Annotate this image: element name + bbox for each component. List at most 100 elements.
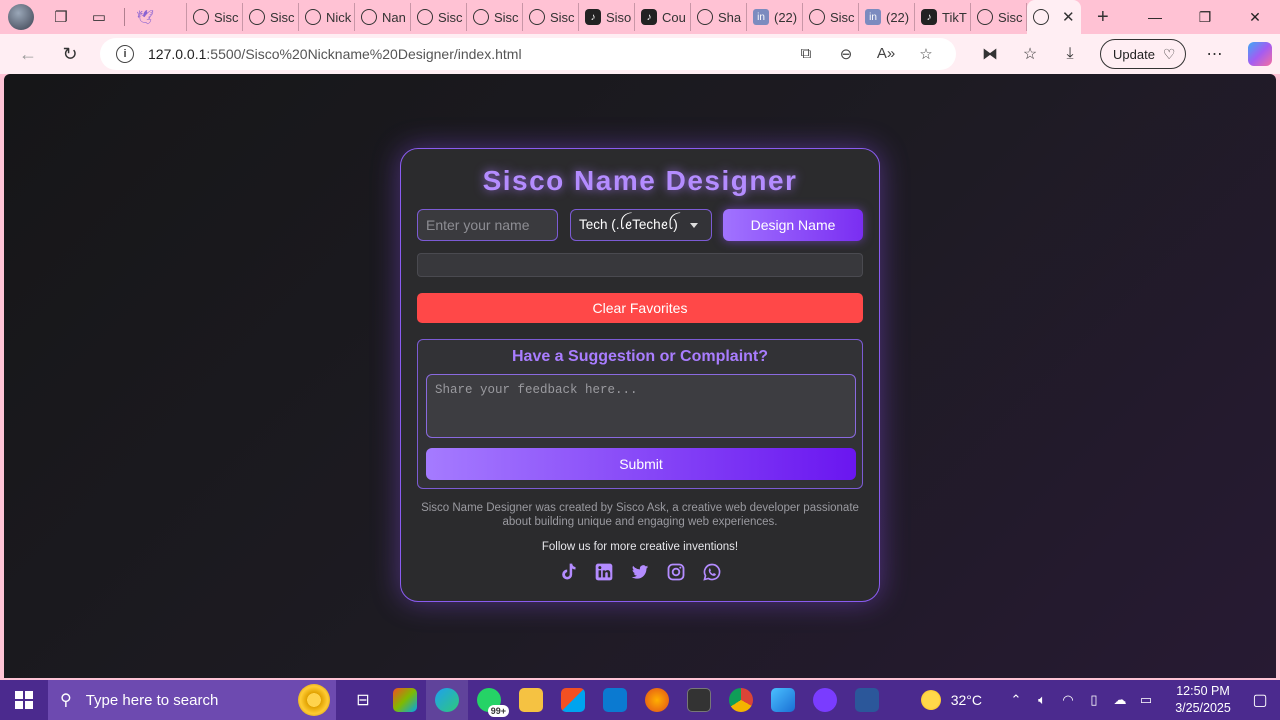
extensions-icon[interactable]: ⧓ xyxy=(970,44,1010,64)
browser-tab[interactable]: Sisc xyxy=(411,3,467,31)
back-button[interactable]: ← xyxy=(14,40,42,68)
update-label: Update xyxy=(1113,46,1155,62)
chevron-down-icon xyxy=(690,223,698,228)
volume-icon[interactable]: 🔈︎ xyxy=(1030,692,1054,708)
linkedin-icon: in xyxy=(753,9,769,25)
workspaces-icon[interactable]: ❐ xyxy=(50,6,72,28)
mask-app-icon xyxy=(813,688,837,712)
browser-tab[interactable]: Sisc xyxy=(803,3,859,31)
restore-button[interactable]: ❐ xyxy=(1180,0,1230,34)
minimize-button[interactable]: — xyxy=(1130,0,1180,34)
browser-tab[interactable]: Nan xyxy=(355,3,411,31)
social-links xyxy=(401,561,879,583)
tab-list: 🕊︎ Sisc Sisc Nick Nan Sisc Sisc Sisc ♪ Siso ♪ Cou Sh… xyxy=(131,0,1081,34)
clock[interactable]: 12:50 PM 3/25/2025 xyxy=(1166,683,1240,717)
update-button[interactable]: Update ♡ xyxy=(1100,39,1187,69)
tiktok-icon[interactable] xyxy=(557,561,579,583)
globe-icon xyxy=(361,9,377,25)
notifications-icon[interactable]: ▢ xyxy=(1240,690,1280,710)
style-select[interactable]: Tech (.ꪶꫀTechꫀꪶ) xyxy=(570,209,712,241)
profile-avatar[interactable] xyxy=(8,4,34,30)
taskbar-app-g[interactable] xyxy=(678,680,720,720)
result-output xyxy=(417,253,863,277)
browser-tab[interactable]: Sisc xyxy=(523,3,579,31)
start-button[interactable] xyxy=(0,680,48,720)
browser-tab[interactable]: 🕊︎ xyxy=(131,3,187,31)
search-highlight-icon xyxy=(298,684,330,716)
browser-tab[interactable]: ♪ Siso xyxy=(579,3,635,31)
browser-tab-label: (22) xyxy=(886,9,910,25)
more-menu-icon[interactable]: ⋯ xyxy=(1194,44,1234,64)
browser-tab[interactable]: Sisc xyxy=(467,3,523,31)
browser-tab-label: Sisc xyxy=(438,9,463,25)
zoom-icon[interactable]: ⊖ xyxy=(826,45,866,63)
taskbar-word[interactable] xyxy=(846,680,888,720)
browser-tab-label: Sisc xyxy=(550,9,575,25)
browser-tab[interactable]: ♪ Cou xyxy=(635,3,691,31)
taskbar-apps: ⊟ 99+ xyxy=(342,680,888,720)
globe-icon xyxy=(305,9,321,25)
taskbar-whatsapp[interactable]: 99+ xyxy=(468,680,510,720)
close-tab-icon[interactable]: ✕ xyxy=(1062,8,1075,26)
linkedin-icon[interactable] xyxy=(593,561,615,583)
browser-tab[interactable]: Sha xyxy=(691,3,747,31)
task-view-button[interactable]: ⊟ xyxy=(342,680,384,720)
tab-actions-icon[interactable]: ▭ xyxy=(88,6,110,28)
tiktok-icon: ♪ xyxy=(641,9,657,25)
copilot-icon[interactable] xyxy=(1248,42,1273,66)
design-name-button[interactable]: Design Name xyxy=(723,209,863,241)
taskbar-vscode[interactable] xyxy=(594,680,636,720)
taskbar-m365[interactable] xyxy=(384,680,426,720)
taskbar-app-mask[interactable] xyxy=(804,680,846,720)
phone-link-icon[interactable]: ▯ xyxy=(1082,692,1106,708)
feedback-section: Have a Suggestion or Complaint? Submit xyxy=(417,339,863,489)
battery-icon[interactable]: ▭ xyxy=(1134,692,1158,708)
temperature: 32°C xyxy=(950,692,982,708)
browser-tab[interactable]: ♪ TikT xyxy=(915,3,971,31)
twitter-icon[interactable] xyxy=(629,561,651,583)
taskbar-chrome[interactable] xyxy=(720,680,762,720)
browser-tab[interactable]: Nick xyxy=(299,3,355,31)
clear-favorites-button[interactable]: Clear Favorites xyxy=(417,293,863,323)
globe-icon xyxy=(697,9,713,25)
taskbar-explorer[interactable] xyxy=(510,680,552,720)
browser-tab[interactable]: Sisc xyxy=(187,3,243,31)
browser-tab[interactable]: in (22) xyxy=(859,3,915,31)
url-text[interactable]: 127.0.0.1:5500/Sisco%20Nickname%20Design… xyxy=(148,46,522,62)
favorites-icon[interactable]: ☆ xyxy=(1010,44,1050,64)
favorite-star-icon[interactable]: ☆ xyxy=(906,45,946,63)
address-bar[interactable]: i 127.0.0.1:5500/Sisco%20Nickname%20Desi… xyxy=(100,38,956,70)
globe-icon xyxy=(1033,9,1049,25)
taskbar-store[interactable] xyxy=(552,680,594,720)
chevron-up-icon[interactable]: ⌃ xyxy=(1004,692,1028,708)
close-window-button[interactable]: ✕ xyxy=(1230,0,1280,34)
taskbar-edge[interactable] xyxy=(426,680,468,720)
taskbar-firefox[interactable] xyxy=(636,680,678,720)
taskbar-paint[interactable] xyxy=(762,680,804,720)
read-aloud-icon[interactable]: A» xyxy=(866,45,906,63)
downloads-icon[interactable]: ⤓ xyxy=(1050,45,1090,63)
globe-icon xyxy=(977,9,993,25)
new-tab-button[interactable]: + xyxy=(1097,6,1109,29)
whatsapp-icon[interactable] xyxy=(701,561,723,583)
feedback-textarea[interactable] xyxy=(426,374,856,438)
browser-tab[interactable]: in (22) xyxy=(747,3,803,31)
instagram-icon[interactable] xyxy=(665,561,687,583)
wifi-icon[interactable]: ◠ xyxy=(1056,692,1080,708)
about-text: Sisco Name Designer was created by Sisco… xyxy=(421,502,859,528)
weather-widget[interactable]: 32°C xyxy=(920,690,982,710)
browser-tab-active[interactable]: ✕ xyxy=(1027,0,1081,34)
open-in-app-icon[interactable]: ⧉ xyxy=(786,45,826,63)
browser-tab[interactable]: Sisc xyxy=(243,3,299,31)
designer-card: Sisco Name Designer Tech (.ꪶꫀTechꫀꪶ) Des… xyxy=(400,148,880,602)
refresh-button[interactable]: ↻ xyxy=(56,40,84,68)
site-info-icon[interactable]: i xyxy=(116,45,134,63)
submit-button[interactable]: Submit xyxy=(426,448,856,480)
browser-tab[interactable]: Sisc xyxy=(971,3,1027,31)
browser-toolbar: ← ↻ i 127.0.0.1:5500/Sisco%20Nickname%20… xyxy=(0,34,1280,74)
browser-tab-label: Sisc xyxy=(214,9,239,25)
windows-taskbar: ⚲ Type here to search ⊟ 99+ 32°C ⌃ 🔈︎ ◠ … xyxy=(0,680,1280,720)
onedrive-icon[interactable]: ☁︎ xyxy=(1108,692,1132,708)
name-input[interactable] xyxy=(417,209,558,241)
taskbar-search[interactable]: ⚲ Type here to search xyxy=(48,680,336,720)
